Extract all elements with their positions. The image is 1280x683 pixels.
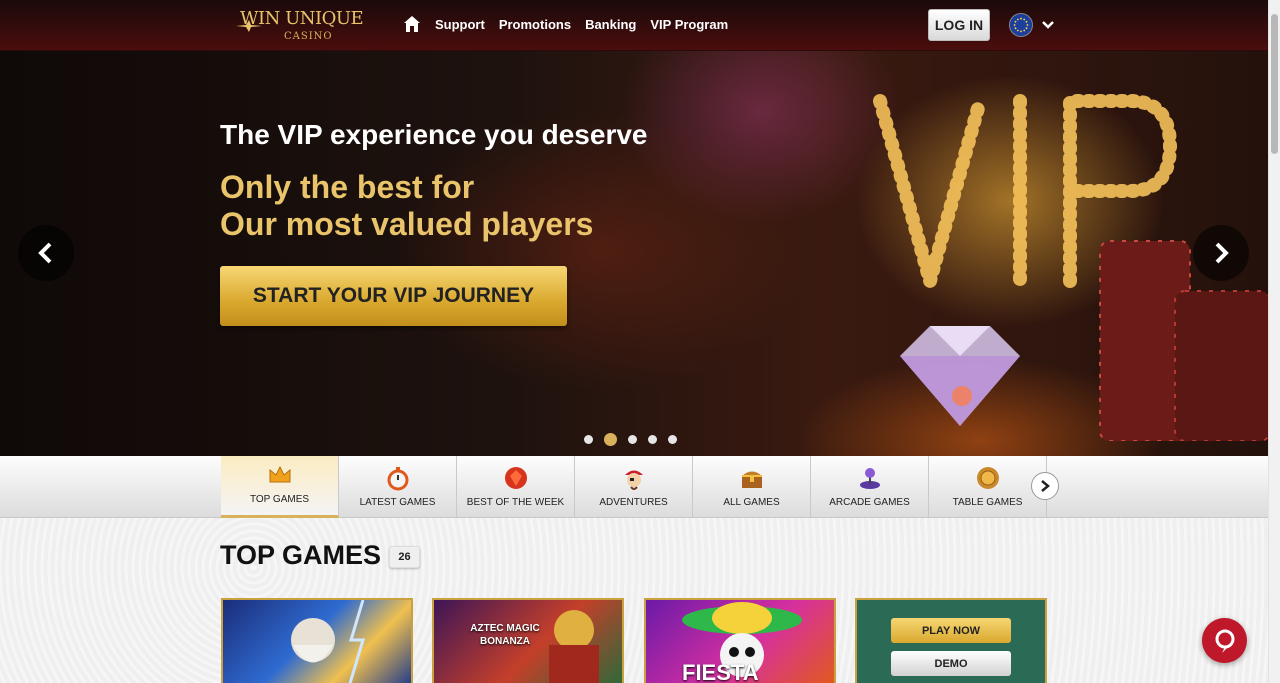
live-chat-button[interactable] bbox=[1202, 618, 1247, 663]
treasure-chest-icon bbox=[741, 471, 762, 488]
category-top-games[interactable]: TOP GAMES bbox=[221, 456, 339, 518]
hero-subtitle: Only the best for Our most valued player… bbox=[220, 169, 660, 243]
logo-subtitle: CASINO bbox=[284, 31, 333, 42]
carousel-dot[interactable] bbox=[628, 435, 637, 444]
category-label: LATEST GAMES bbox=[359, 497, 436, 508]
category-best-of-the-week[interactable]: BEST OF THE WEEK bbox=[457, 456, 575, 518]
home-icon[interactable] bbox=[403, 15, 421, 33]
game-title-line-2: BONANZA bbox=[480, 636, 530, 647]
gem-icon bbox=[504, 467, 527, 489]
carousel-next-button[interactable] bbox=[1193, 225, 1249, 281]
chevron-down-icon[interactable] bbox=[1041, 19, 1055, 31]
demo-button[interactable]: DEMO bbox=[891, 651, 1011, 676]
section-title: TOP GAMES bbox=[220, 540, 382, 570]
aztec-magic-bonanza-thumbnail[interactable]: AZTEC MAGIC BONANZA bbox=[432, 598, 624, 683]
hero-title: The VIP experience you deserve bbox=[220, 119, 648, 150]
page-scrollbar[interactable] bbox=[1268, 0, 1280, 683]
game-category-bar: TOP GAMES LATEST GAMES BEST OF THE WEEK … bbox=[0, 456, 1268, 518]
category-all-games[interactable]: ALL GAMES bbox=[693, 456, 811, 518]
zeus-game-thumbnail[interactable] bbox=[221, 598, 413, 683]
category-label: ALL GAMES bbox=[723, 497, 780, 508]
category-latest-games[interactable]: LATEST GAMES bbox=[339, 456, 457, 518]
nav-support-link[interactable]: Support bbox=[435, 17, 485, 32]
nav-banking-link[interactable]: Banking bbox=[585, 17, 636, 32]
stopwatch-icon bbox=[387, 467, 408, 491]
main-nav: Support Promotions Banking VIP Program bbox=[403, 15, 728, 33]
diamond-image bbox=[900, 326, 1020, 426]
logo-text: WIN UNIQUE bbox=[240, 8, 364, 29]
pirate-icon bbox=[624, 470, 643, 490]
login-button[interactable]: LOG IN bbox=[928, 9, 990, 41]
joystick-icon bbox=[859, 468, 880, 489]
brand-logo[interactable]: WIN UNIQUE CASINO bbox=[236, 6, 366, 46]
category-label: TOP GAMES bbox=[249, 494, 310, 505]
category-table-games[interactable]: TABLE GAMES bbox=[929, 456, 1047, 518]
chevron-left-icon bbox=[38, 242, 52, 264]
category-arcade-games[interactable]: ARCADE GAMES bbox=[811, 456, 929, 518]
carousel-prev-button[interactable] bbox=[18, 225, 74, 281]
section-count-badge: 26 bbox=[389, 546, 420, 568]
chevron-right-icon bbox=[1215, 242, 1229, 264]
category-label: ADVENTURES bbox=[599, 497, 668, 508]
nav-promotions-link[interactable]: Promotions bbox=[499, 17, 571, 32]
fiesta-game-thumbnail[interactable]: FIESTA bbox=[644, 598, 836, 683]
hero-subtitle-line-1: Only the best for bbox=[220, 169, 475, 205]
crown-icon bbox=[269, 465, 290, 483]
category-label: BEST OF THE WEEK bbox=[466, 497, 565, 508]
chevron-right-icon bbox=[1041, 480, 1050, 492]
carousel-dot[interactable] bbox=[648, 435, 657, 444]
eu-flag-icon[interactable] bbox=[1009, 13, 1033, 37]
game-title-line-1: AZTEC MAGIC bbox=[470, 623, 540, 634]
hero-subtitle-line-2: Our most valued players bbox=[220, 206, 594, 242]
zeus-artwork bbox=[291, 600, 366, 683]
play-now-button[interactable]: PLAY NOW bbox=[891, 618, 1011, 643]
coin-icon bbox=[976, 467, 999, 489]
hero-banner: The VIP experience you deserve Only the … bbox=[0, 51, 1268, 456]
category-label: TABLE GAMES bbox=[952, 497, 1023, 508]
game-title: AZTEC MAGIC BONANZA bbox=[460, 622, 550, 648]
category-label: ARCADE GAMES bbox=[829, 497, 910, 508]
start-vip-journey-button[interactable]: START YOUR VIP JOURNEY bbox=[220, 266, 567, 326]
category-next-button[interactable] bbox=[1031, 472, 1059, 500]
game-title: FIESTA bbox=[682, 660, 759, 683]
nav-vip-program-link[interactable]: VIP Program bbox=[650, 17, 728, 32]
carousel-dot-active[interactable] bbox=[604, 433, 617, 446]
top-games-section: TOP GAMES 26 AZTEC MAGIC BONANZA FIESTA … bbox=[0, 518, 1268, 683]
carousel-dot[interactable] bbox=[584, 435, 593, 444]
carousel-dots bbox=[584, 433, 677, 446]
chat-bubble-icon bbox=[1215, 629, 1234, 653]
scrollbar-thumb[interactable] bbox=[1271, 14, 1278, 154]
carousel-dot[interactable] bbox=[668, 435, 677, 444]
category-adventures[interactable]: ADVENTURES bbox=[575, 456, 693, 518]
site-header: WIN UNIQUE CASINO Support Promotions Ban… bbox=[0, 0, 1268, 51]
hovered-game-thumbnail[interactable]: PLAY NOW DEMO bbox=[855, 598, 1047, 683]
